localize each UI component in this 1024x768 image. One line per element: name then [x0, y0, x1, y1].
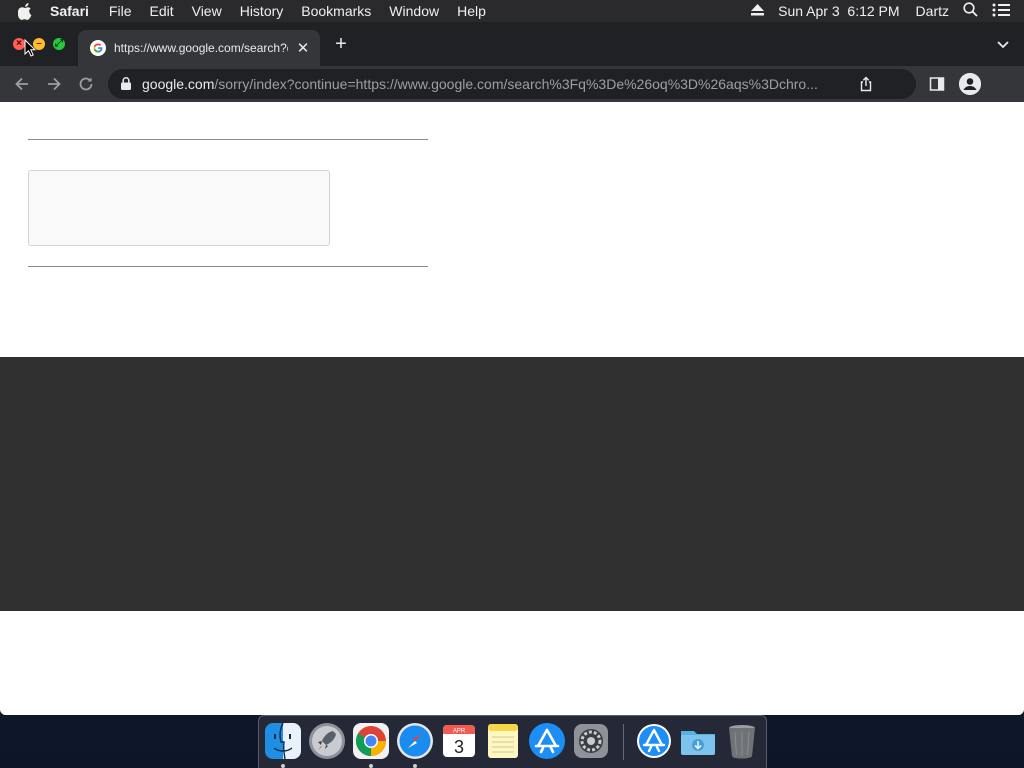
tab-title: https://www.google.com/search?q=&oq=&aqs…	[114, 41, 288, 55]
calendar-icon[interactable]: APR 3	[440, 722, 478, 760]
running-indicator	[281, 764, 285, 768]
window-fullscreen-button[interactable]: ⤢	[53, 38, 65, 50]
menu-app-name[interactable]: Safari	[50, 0, 89, 22]
captcha-widget[interactable]	[28, 170, 330, 246]
finder-icon[interactable]	[264, 722, 302, 760]
bottom-divider	[28, 266, 428, 267]
lock-icon[interactable]	[121, 77, 133, 91]
profile-avatar-icon[interactable]	[959, 73, 981, 95]
back-arrow-icon[interactable]	[12, 74, 32, 94]
url-path: /sorry/index?continue=https://www.google…	[214, 76, 818, 92]
safari-icon[interactable]	[396, 722, 434, 760]
share-icon[interactable]	[858, 76, 874, 92]
address-bar[interactable]: google.com/sorry/index?continue=https://…	[108, 69, 916, 99]
applications-folder-icon[interactable]	[635, 722, 673, 760]
url-host: google.com	[142, 76, 215, 92]
top-divider	[28, 139, 428, 140]
fullscreen-icon: ⤢	[55, 38, 63, 49]
menu-file[interactable]: File	[109, 0, 132, 22]
tab-bar: × – ⤢ https://www.google.com/search?q=&o…	[0, 22, 1024, 66]
calendar-month-label: APR	[453, 729, 466, 735]
dark-overlay-band	[0, 357, 1024, 611]
forward-arrow-icon[interactable]	[44, 74, 64, 94]
notes-icon[interactable]	[484, 722, 522, 760]
calendar-day-label: 3	[454, 737, 464, 757]
chrome-icon[interactable]	[352, 722, 390, 760]
tab-search-chevron-icon[interactable]	[996, 37, 1010, 51]
trash-icon[interactable]	[723, 722, 761, 760]
menu-bookmarks[interactable]: Bookmarks	[301, 0, 371, 22]
system-preferences-icon[interactable]	[572, 722, 610, 760]
browser-window: × – ⤢ https://www.google.com/search?q=&o…	[0, 22, 1024, 715]
tab-google-search[interactable]: https://www.google.com/search?q=&oq=&aqs…	[78, 30, 320, 66]
menu-help[interactable]: Help	[457, 0, 486, 22]
menu-edit[interactable]: Edit	[149, 0, 173, 22]
side-panel-icon[interactable]	[929, 76, 945, 92]
spotlight-search-icon[interactable]	[963, 2, 978, 20]
app-store-icon[interactable]	[528, 722, 566, 760]
google-g-icon	[90, 40, 106, 56]
menu-window[interactable]: Window	[389, 0, 439, 22]
menu-view[interactable]: View	[192, 0, 222, 22]
apple-icon[interactable]	[18, 0, 36, 22]
browser-toolbar: google.com/sorry/index?continue=https://…	[0, 66, 1024, 102]
launchpad-icon[interactable]	[308, 722, 346, 760]
reload-icon[interactable]	[76, 74, 96, 94]
dock: APR 3	[258, 715, 767, 768]
menubar-user[interactable]: Dartz	[916, 3, 949, 19]
tab-close-icon[interactable]: ✕	[296, 39, 310, 57]
menu-history[interactable]: History	[240, 0, 284, 22]
page-content	[0, 102, 1024, 715]
eject-icon[interactable]	[751, 3, 765, 19]
new-tab-icon[interactable]: +	[331, 34, 351, 54]
running-indicator	[369, 764, 373, 768]
dock-separator	[623, 724, 624, 760]
mouse-cursor-icon	[24, 38, 37, 57]
address-bar-url[interactable]: google.com/sorry/index?continue=https://…	[142, 76, 847, 92]
downloads-folder-icon[interactable]	[679, 722, 717, 760]
menu-bar: Safari File Edit View History Bookmarks …	[0, 0, 1024, 22]
menubar-clock[interactable]: Sun Apr 3 6:12 PM	[778, 3, 899, 19]
running-indicator	[413, 764, 417, 768]
control-center-icon[interactable]	[992, 3, 1010, 20]
